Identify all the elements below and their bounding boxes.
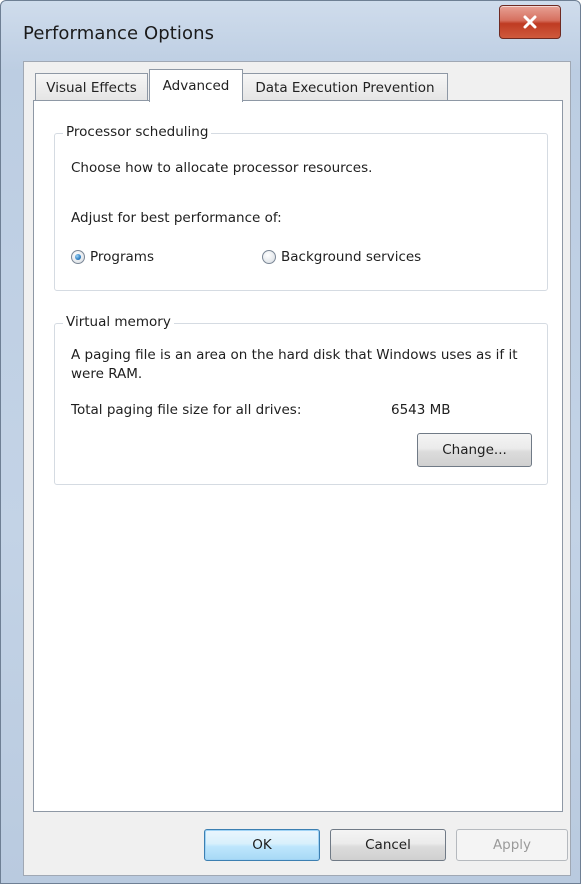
virtual-memory-legend: Virtual memory xyxy=(63,314,174,330)
radio-selected-icon xyxy=(71,250,85,264)
total-paging-value: 6543 MB xyxy=(391,402,451,418)
advanced-tab-panel: Processor scheduling Choose how to alloc… xyxy=(33,100,563,812)
background-services-radio-label: Background services xyxy=(281,249,422,265)
virtual-memory-group: Virtual memory A paging file is an area … xyxy=(54,314,548,485)
adjust-for-label: Adjust for best performance of: xyxy=(71,210,282,226)
processor-scheduling-legend: Processor scheduling xyxy=(63,124,212,140)
tab-visual-effects[interactable]: Visual Effects xyxy=(35,73,148,101)
window-title: Performance Options xyxy=(23,23,215,44)
apply-button[interactable]: Apply xyxy=(456,829,568,861)
close-button[interactable] xyxy=(499,5,561,39)
background-services-radio[interactable]: Background services xyxy=(262,249,421,265)
programs-radio-label: Programs xyxy=(90,249,154,265)
cancel-button[interactable]: Cancel xyxy=(330,829,446,861)
processor-scheduling-description: Choose how to allocate processor resourc… xyxy=(71,160,373,176)
total-paging-label: Total paging file size for all drives: xyxy=(71,402,302,418)
processor-scheduling-group: Processor scheduling Choose how to alloc… xyxy=(54,124,548,291)
performance-options-window: Performance Options Visual Effects Advan… xyxy=(0,0,581,884)
virtual-memory-description: A paging file is an area on the hard dis… xyxy=(71,347,518,382)
ok-button[interactable]: OK xyxy=(204,829,320,861)
tab-advanced[interactable]: Advanced xyxy=(149,69,243,102)
radio-unselected-icon xyxy=(262,250,276,264)
programs-radio[interactable]: Programs xyxy=(71,249,154,265)
change-button[interactable]: Change... xyxy=(417,433,532,467)
title-bar[interactable]: Performance Options xyxy=(1,1,580,61)
tab-data-execution-prevention[interactable]: Data Execution Prevention xyxy=(242,73,448,101)
close-icon xyxy=(522,15,538,29)
